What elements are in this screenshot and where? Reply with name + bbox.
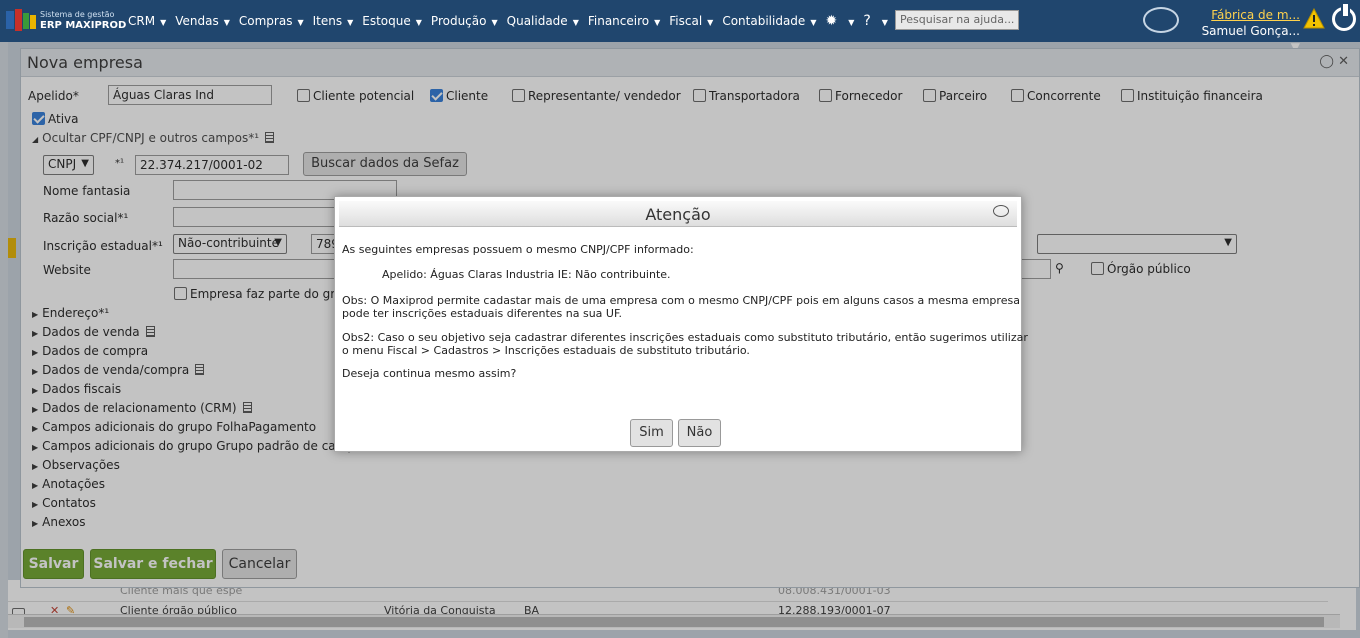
help-search-input[interactable]: Pesquisar na ajuda...	[895, 10, 1019, 30]
help-menu[interactable]: ? ▼	[863, 13, 888, 29]
brand: Sistema de gestão ERP MAXIPROD	[40, 9, 126, 31]
menu-estoque[interactable]: Estoque ▼	[362, 14, 422, 28]
dialog-message: As seguintes empresas possuem o mesmo CN…	[342, 243, 694, 256]
menu-contabilidade[interactable]: Contabilidade ▼	[722, 14, 816, 28]
top-navbar: Sistema de gestão ERP MAXIPROD CRM ▼ Vend…	[0, 0, 1360, 54]
dialog-obs1-line1: Obs: O Maxiprod permite cadastar mais de…	[342, 294, 1020, 307]
help-icon: ?	[863, 13, 871, 29]
brand-subtitle: Sistema de gestão	[40, 10, 115, 19]
main-menu: CRM ▼ Vendas ▼ Compras ▼ Itens ▼ Estoque ▼ Pr…	[128, 0, 897, 42]
attention-dialog: Atenção As seguintes empresas possuem o …	[334, 196, 1028, 452]
menu-fiscal[interactable]: Fiscal ▼	[669, 14, 713, 28]
menu-qualidade[interactable]: Qualidade ▼	[507, 14, 579, 28]
chat-icon[interactable]	[1143, 7, 1179, 33]
dialog-question: Deseja continua mesmo assim?	[342, 367, 517, 380]
dialog-title: Atenção	[645, 205, 711, 224]
maxiprod-logo-icon[interactable]	[6, 9, 36, 31]
warning-icon[interactable]	[1303, 8, 1325, 30]
chat-icon[interactable]	[993, 205, 1009, 217]
duplicate-company-info: Apelido: Águas Claras Industria IE: Não …	[382, 268, 671, 281]
menu-producao[interactable]: Produção ▼	[431, 14, 498, 28]
menu-crm[interactable]: CRM ▼	[128, 14, 166, 28]
menu-compras[interactable]: Compras ▼	[239, 14, 304, 28]
yes-button[interactable]: Sim	[630, 419, 673, 447]
menu-vendas[interactable]: Vendas ▼	[175, 14, 230, 28]
gear-icon: ✹	[825, 13, 838, 29]
settings-menu[interactable]: ✹ ▼	[825, 13, 854, 29]
brand-title: ERP MAXIPROD	[40, 20, 127, 31]
menu-financeiro[interactable]: Financeiro ▼	[588, 14, 660, 28]
power-icon[interactable]	[1332, 4, 1356, 31]
dialog-obs2-line1: Obs2: Caso o seu objetivo seja cadastrar…	[342, 331, 1028, 344]
company-link[interactable]: Fábrica de m...	[1190, 7, 1300, 23]
no-button[interactable]: Não	[678, 419, 721, 447]
dialog-obs2-line2: o menu Fiscal > Cadastros > Inscrições e…	[342, 344, 750, 357]
menu-itens[interactable]: Itens ▼	[313, 14, 354, 28]
dialog-titlebar: Atenção	[339, 201, 1017, 227]
dialog-obs1-line2: pode ter inscrições estaduais diferentes…	[342, 307, 623, 320]
